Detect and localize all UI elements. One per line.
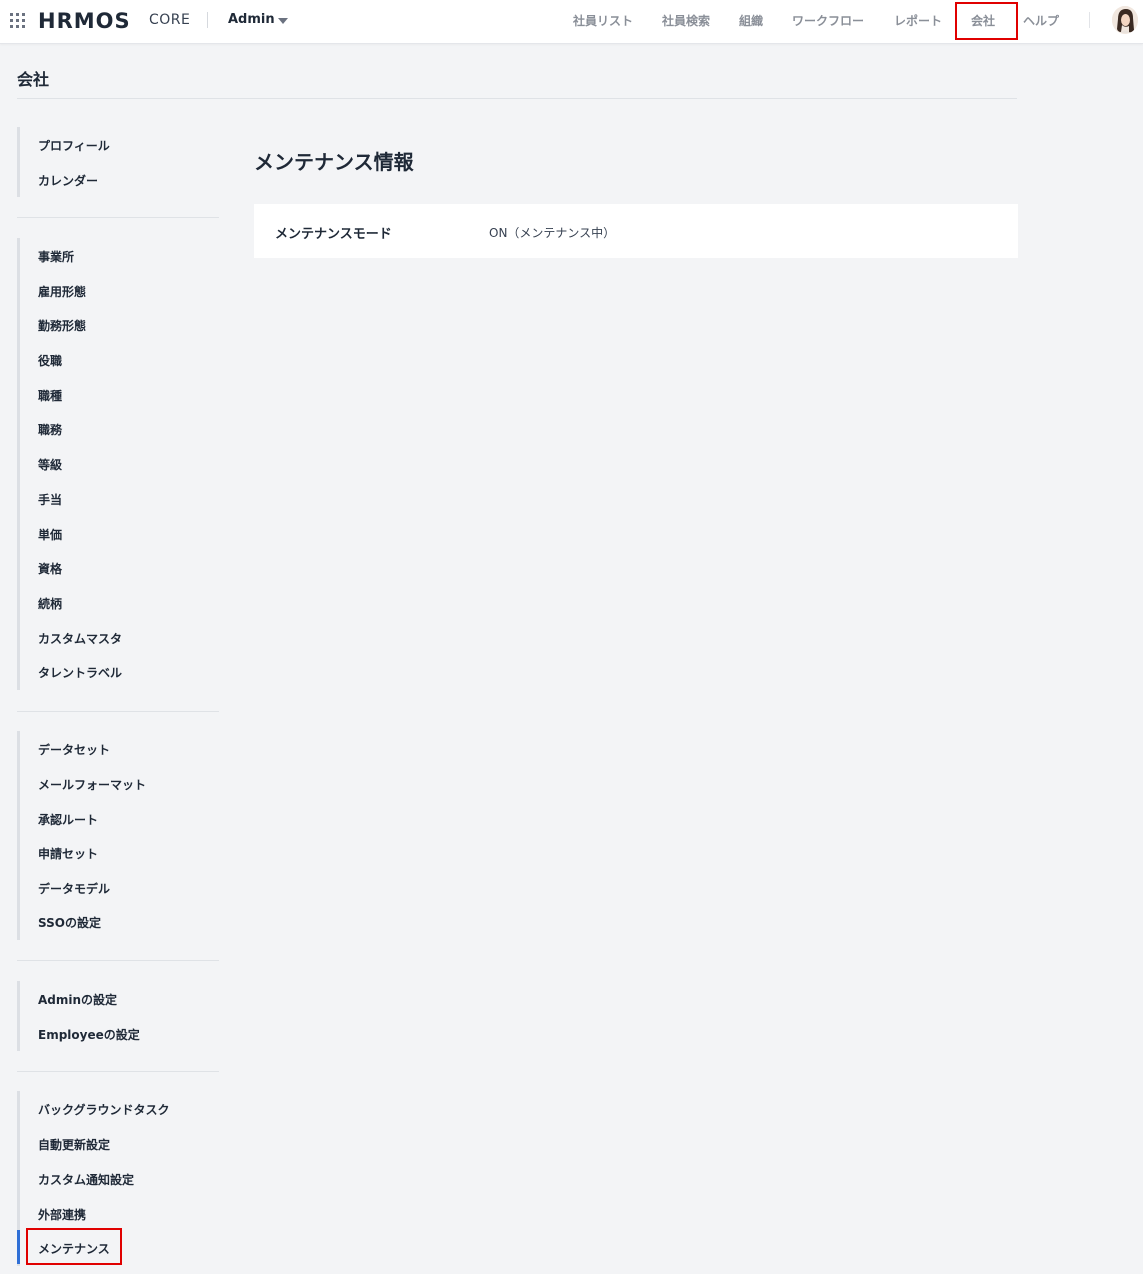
sidebar-item-calendar[interactable]: カレンダー [38,172,98,189]
user-avatar[interactable] [1112,6,1138,34]
sidebar-group-masters [17,238,20,690]
sidebar-item-admin-settings[interactable]: Adminの設定 [38,991,117,1008]
sidebar-group-data [17,731,20,940]
sidebar-item-custom-master[interactable]: カスタムマスタ [38,630,122,647]
divider [17,711,219,712]
nav-employee-list[interactable]: 社員リスト [573,12,633,29]
header-divider [1089,12,1090,28]
sidebar-item-talent-label[interactable]: タレントラベル [38,664,122,681]
sidebar-group-basic [17,127,20,197]
sidebar-item-duty[interactable]: 職務 [38,421,62,438]
sidebar-item-employment-type[interactable]: 雇用形態 [38,283,86,300]
divider [17,960,219,961]
sidebar-item-position[interactable]: 役職 [38,352,62,369]
nav-help[interactable]: ヘルプ [1023,12,1059,29]
sidebar-item-job-type[interactable]: 職種 [38,387,62,404]
sidebar-item-background-task[interactable]: バックグラウンドタスク [38,1101,170,1118]
sidebar-item-sso-settings[interactable]: SSOの設定 [38,914,101,931]
maintenance-mode-label: メンテナンスモード [275,227,392,242]
chevron-down-icon[interactable] [278,18,288,24]
sidebar-item-custom-notification[interactable]: カスタム通知設定 [38,1171,134,1188]
sidebar-item-application-set[interactable]: 申請セット [38,845,98,862]
nav-workflow[interactable]: ワークフロー [792,12,864,29]
product-name: CORE [149,12,191,28]
sidebar-item-work-style[interactable]: 勤務形態 [38,317,86,334]
sidebar-item-maintenance-highlight [26,1228,122,1265]
header-divider [207,12,208,28]
tenant-selector[interactable]: Admin [228,12,275,27]
sidebar-item-mail-format[interactable]: メールフォーマット [38,776,146,793]
divider [17,98,1017,99]
hrmos-logo[interactable]: HRMOS [38,9,131,33]
sidebar-item-qualification[interactable]: 資格 [38,560,62,577]
sidebar-group-roles [17,981,20,1051]
maintenance-info-panel: メンテナンスモード ON（メンテナンス中） [254,204,1018,258]
sidebar-item-external-integration[interactable]: 外部連携 [38,1206,86,1223]
divider [17,1071,219,1072]
sidebar-item-approval-route[interactable]: 承認ルート [38,811,98,828]
sidebar-item-relationship[interactable]: 続柄 [38,595,62,612]
nav-employee-search[interactable]: 社員検索 [662,12,710,29]
sidebar-item-office[interactable]: 事業所 [38,248,74,265]
sidebar-item-data-model[interactable]: データモデル [38,880,110,897]
nav-organization[interactable]: 組織 [739,12,763,29]
sidebar-item-dataset[interactable]: データセット [38,741,110,758]
nav-company-highlight [955,2,1018,40]
sidebar-active-indicator [17,1230,20,1264]
top-navigation-bar: HRMOS CORE Admin 社員リスト 社員検索 組織 ワークフロー レポ… [0,0,1143,44]
sidebar-item-allowance[interactable]: 手当 [38,491,62,508]
nav-report[interactable]: レポート [894,12,942,29]
sidebar-item-profile[interactable]: プロフィール [38,137,110,154]
divider [17,217,219,218]
sidebar-item-unit-price[interactable]: 単価 [38,526,62,543]
sidebar-item-auto-update[interactable]: 自動更新設定 [38,1136,110,1153]
maintenance-mode-value: ON（メンテナンス中） [489,226,616,240]
sidebar-item-grade[interactable]: 等級 [38,456,62,473]
app-grid-icon[interactable] [10,13,25,28]
sidebar-item-employee-settings[interactable]: Employeeの設定 [38,1026,140,1043]
page-title: 会社 [17,70,50,89]
section-title: メンテナンス情報 [254,150,414,174]
